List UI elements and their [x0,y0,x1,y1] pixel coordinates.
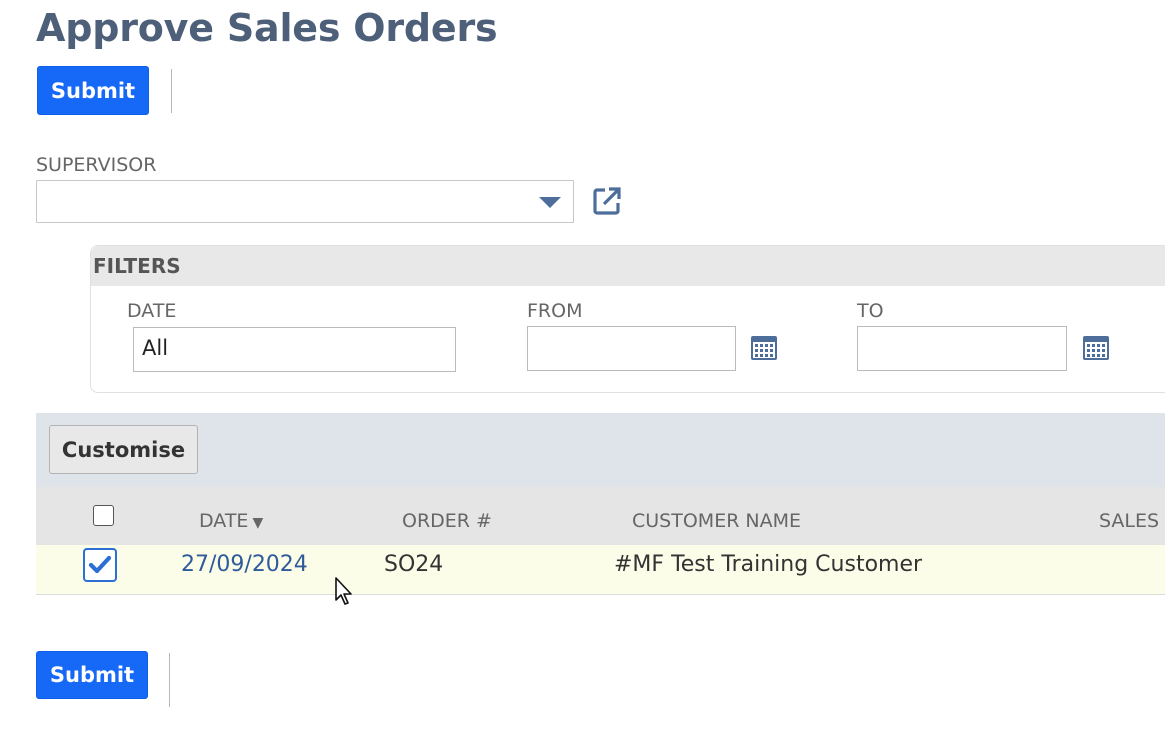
toolbar-divider [171,69,172,113]
to-date-label: TO [857,300,884,322]
date-filter-label: DATE [127,300,177,322]
from-date-input[interactable] [527,326,736,371]
supervisor-select[interactable] [36,180,574,223]
row-date-link[interactable]: 27/09/2024 [181,552,308,577]
external-link-icon[interactable] [591,185,623,217]
row-order-number: SO24 [384,552,444,577]
submit-button-top[interactable]: Submit [37,66,149,115]
checkmark-icon [88,555,112,574]
mouse-cursor-icon [335,577,352,605]
filters-header[interactable]: FILTERS [91,246,1165,286]
calendar-icon[interactable] [1082,335,1110,361]
from-date-label: FROM [527,300,583,322]
column-header-date-label: DATE [199,510,249,532]
calendar-icon[interactable] [750,335,778,361]
supervisor-label: SUPERVISOR [36,154,157,176]
footer-divider [169,653,170,707]
list-toolbar [36,413,1165,487]
page-title: Approve Sales Orders [36,6,498,50]
select-all-checkbox[interactable] [93,505,114,526]
column-header-customer[interactable]: CUSTOMER NAME [632,510,801,532]
customise-button[interactable]: Customise [49,425,198,474]
column-header-order[interactable]: ORDER # [402,510,492,532]
submit-button-bottom[interactable]: Submit [36,651,148,699]
chevron-down-icon[interactable] [539,197,561,208]
row-customer-name: #MF Test Training Customer [614,552,923,577]
to-date-input[interactable] [857,326,1067,371]
approve-sales-orders-page: Approve Sales Orders Submit SUPERVISOR F… [0,0,1165,750]
sort-desc-icon: ▼ [252,515,264,531]
row-checkbox[interactable] [83,548,117,582]
date-filter-input[interactable]: All [133,327,456,372]
column-header-sales[interactable]: SALES I [1099,510,1165,532]
column-header-date[interactable]: DATE ▼ [199,510,263,532]
filters-title: FILTERS [93,254,181,278]
